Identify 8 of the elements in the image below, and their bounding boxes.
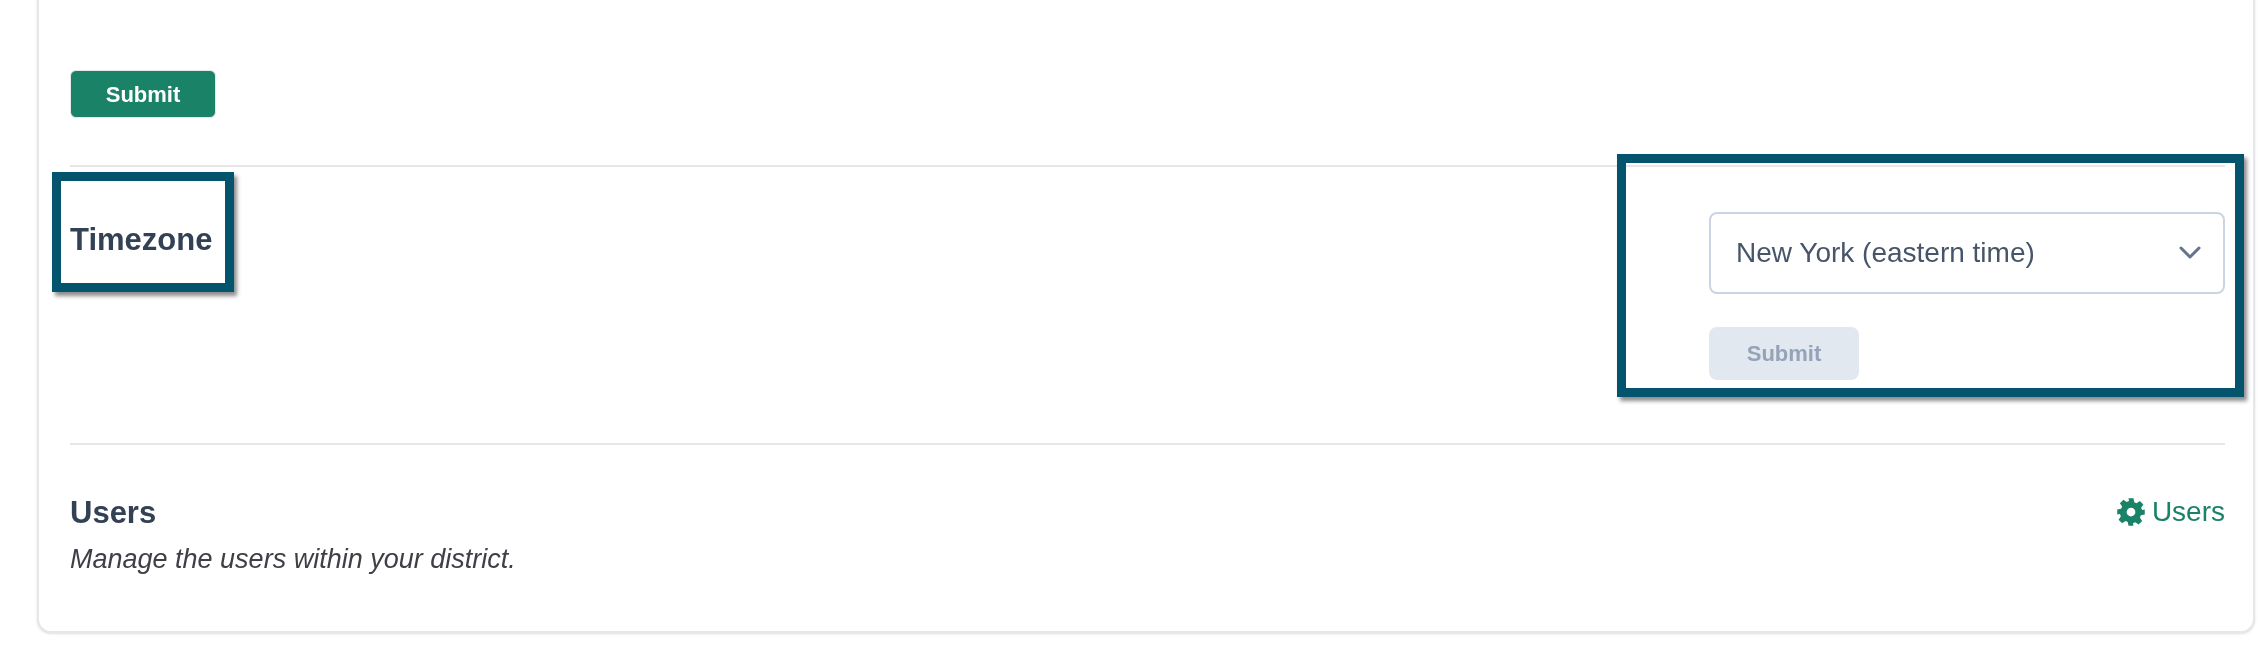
section-title: Users: [70, 494, 158, 532]
users-link[interactable]: Users: [2115, 494, 2225, 530]
section-title: Timezone: [70, 222, 213, 258]
submit-button[interactable]: Submit: [70, 70, 216, 118]
section-description: Manage the users within your district.: [70, 543, 516, 576]
gear-icon: [2115, 497, 2146, 527]
chevron-down-icon: [2179, 246, 2201, 260]
timezone-select[interactable]: New York (eastern time): [1709, 212, 2225, 294]
